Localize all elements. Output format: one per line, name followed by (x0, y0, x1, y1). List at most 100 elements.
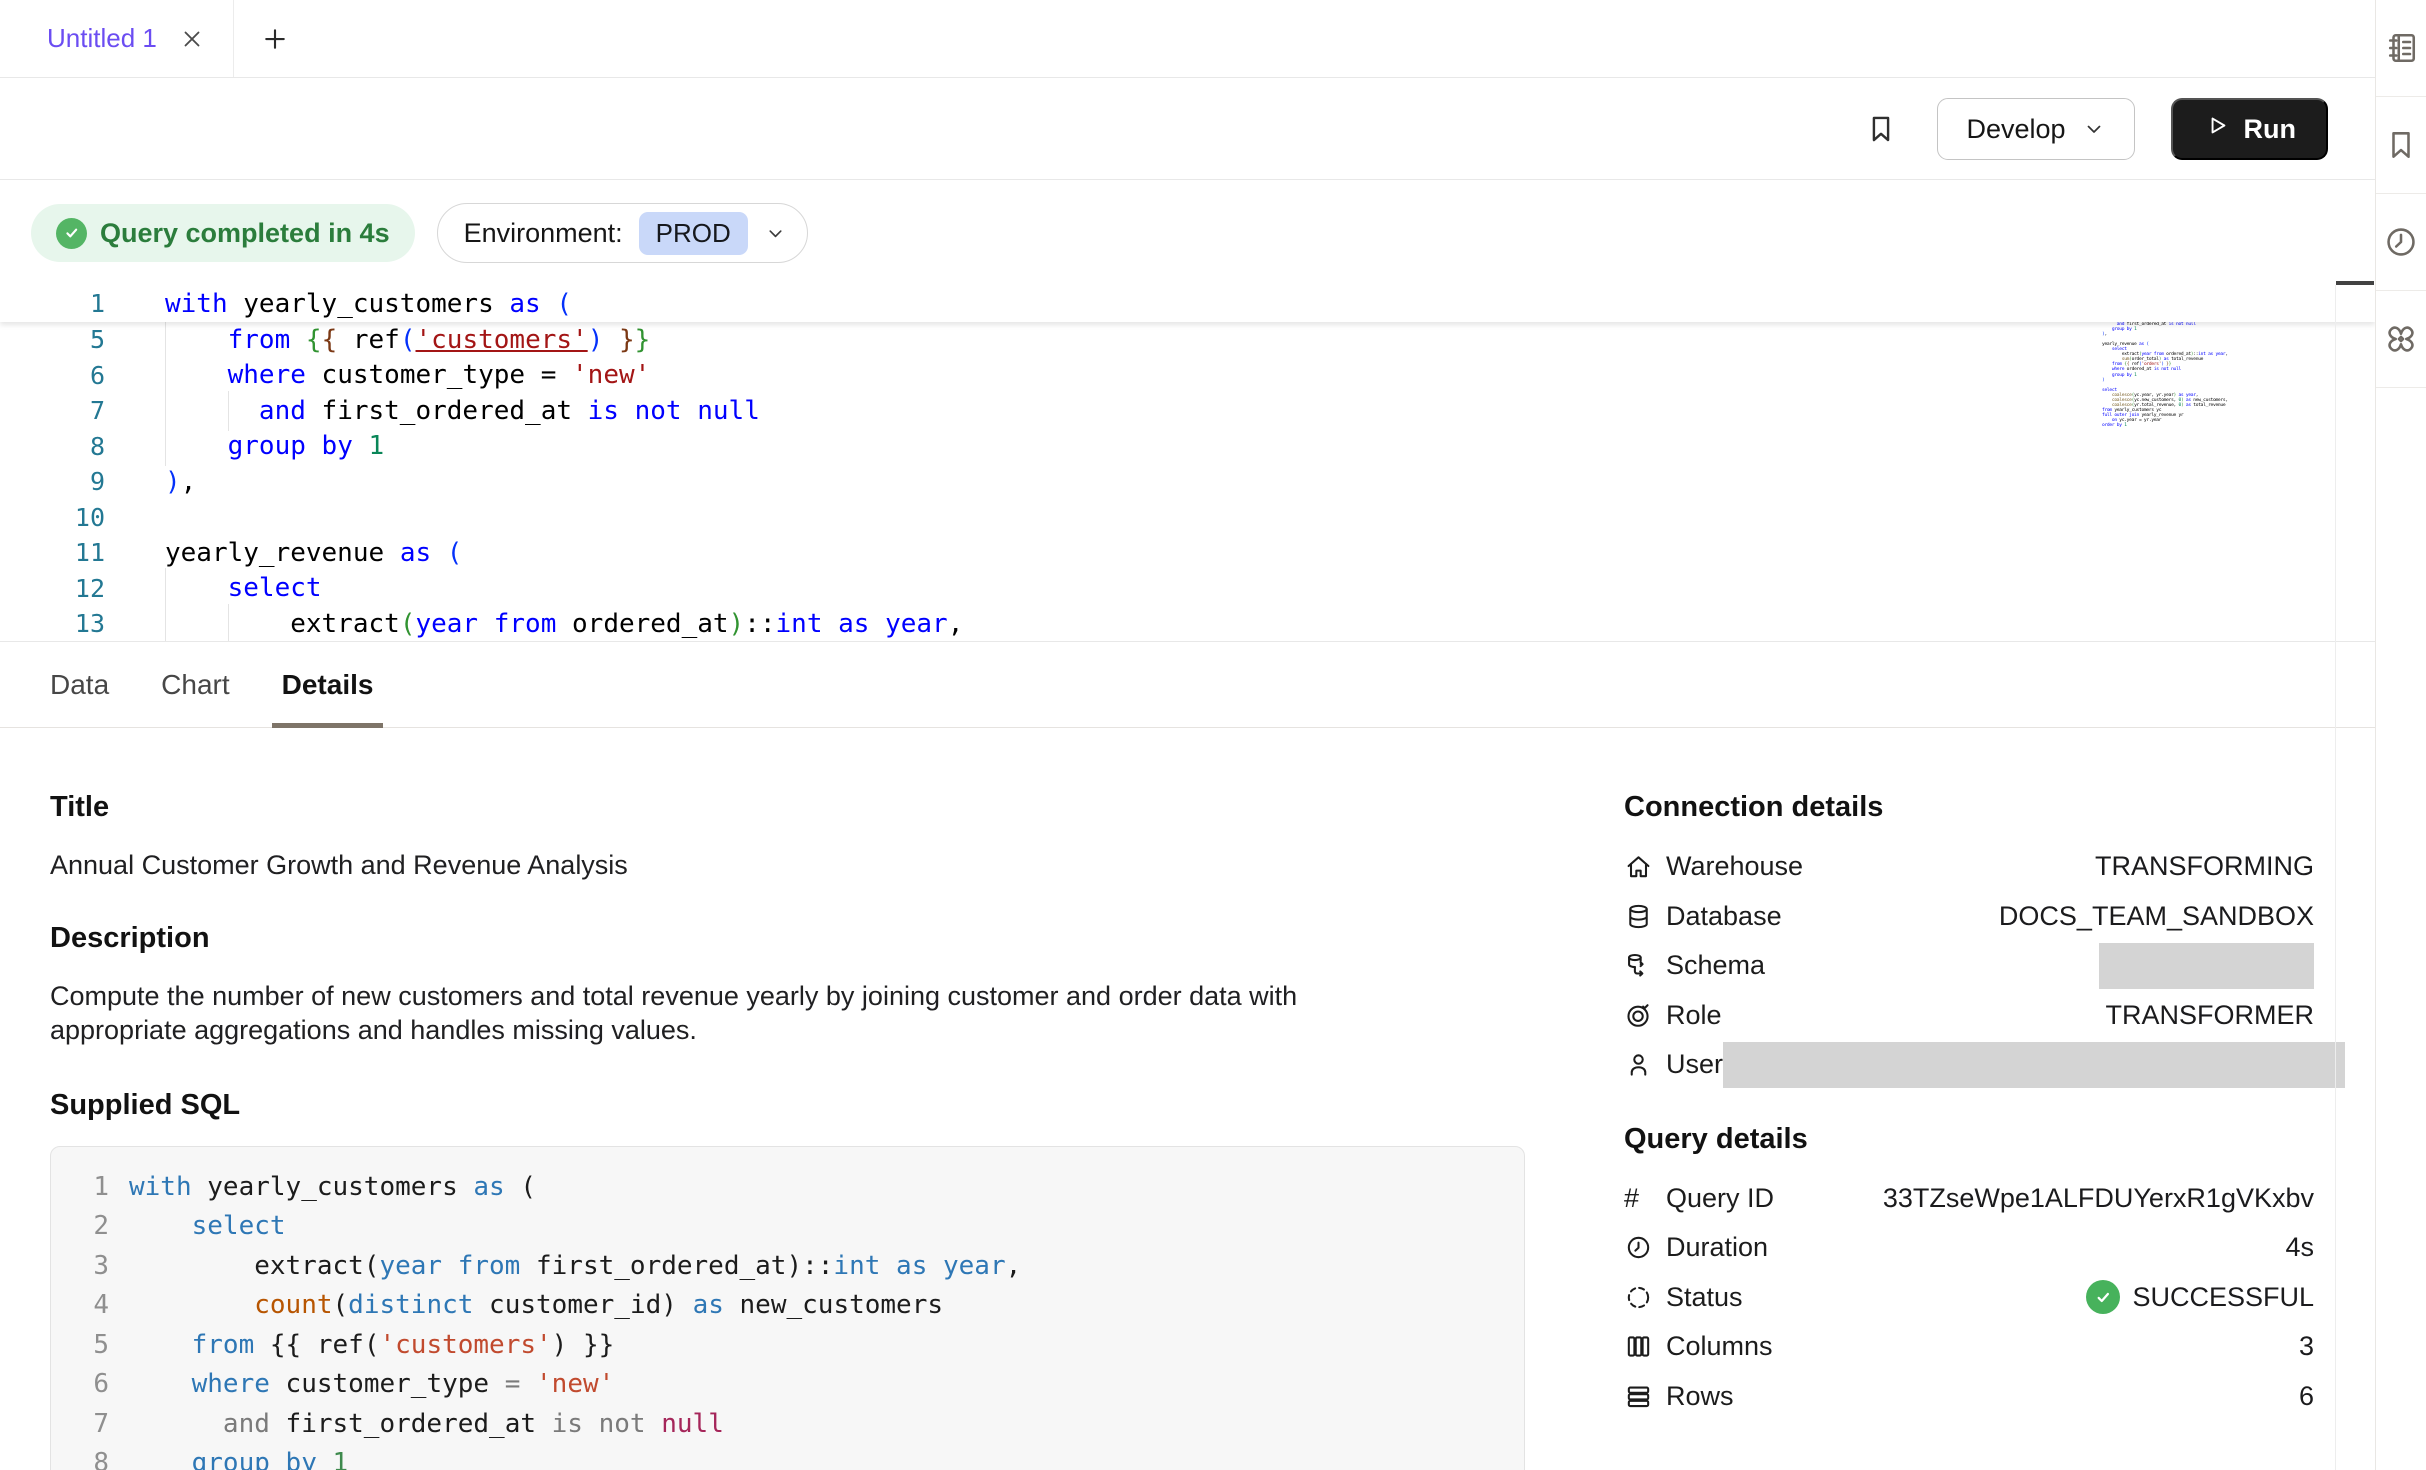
line-number: 5 (51, 1330, 109, 1360)
title-value: Annual Customer Growth and Revenue Analy… (50, 848, 1525, 882)
code-text: select (165, 573, 2375, 603)
notebook-icon (2383, 30, 2419, 66)
toolbar: Develop Run (0, 79, 2375, 180)
tab-untitled-1[interactable]: Untitled 1 (0, 0, 234, 77)
details-panel: Title Annual Customer Growth and Revenue… (0, 729, 2375, 1470)
status-row: Query completed in 4s Environment: PROD (0, 181, 2375, 285)
detail-label: Rows (1666, 1381, 1734, 1412)
redacted-value (2099, 943, 2314, 989)
develop-dropdown[interactable]: Develop (1937, 98, 2134, 160)
line-number: 3 (51, 1251, 109, 1281)
code-text: and first_ordered_at is not null (165, 396, 2375, 426)
history-icon (2383, 224, 2419, 260)
detail-label: Warehouse (1666, 851, 1803, 882)
chevron-down-icon (2082, 117, 2106, 141)
detail-label: Columns (1666, 1331, 1773, 1362)
sidebar-item-bookmark[interactable] (2376, 97, 2426, 194)
sql-line: 4 count(distinct customer_id) as new_cus… (51, 1286, 1500, 1326)
detail-row-duration: Duration4s (1624, 1223, 2314, 1273)
sidebar-item-notebook[interactable] (2376, 0, 2426, 97)
detail-label: Status (1666, 1282, 1743, 1313)
code-text: ), (165, 467, 2375, 497)
line-number: 1 (51, 1172, 109, 1202)
detail-value (1723, 1042, 2345, 1088)
sql-line: 7 and first_ordered_at is not null (51, 1404, 1500, 1444)
detail-row-database: DatabaseDOCS_TEAM_SANDBOX (1624, 892, 2314, 942)
hash-icon: # (1624, 1184, 1653, 1213)
detail-label: Database (1666, 901, 1782, 932)
sql-line: 5 from {{ ref('customers') }} (51, 1325, 1500, 1365)
detail-row-columns: Columns3 (1624, 1322, 2314, 1372)
line-number: 4 (51, 1290, 109, 1320)
tab-data[interactable]: Data (50, 643, 109, 727)
line-number: 5 (0, 325, 105, 354)
run-label: Run (2244, 114, 2296, 145)
spinner-icon (1624, 1283, 1653, 1312)
editor-lines: 5 from {{ ref('customers') }}6 where cus… (0, 322, 2375, 642)
run-button[interactable]: Run (2171, 98, 2328, 160)
supplied-sql-heading: Supplied SQL (50, 1089, 1525, 1122)
sidebar-item-paradime-logo[interactable] (2376, 291, 2426, 388)
code-text: extract(year from ordered_at)::int as ye… (165, 609, 2375, 639)
sidebar-item-history[interactable] (2376, 194, 2426, 291)
indent-guide (228, 391, 229, 431)
code-text: group by 1 (165, 431, 2375, 461)
warehouse-icon (1624, 852, 1653, 881)
line-number: 11 (0, 538, 105, 567)
line-number: 8 (51, 1448, 109, 1470)
line-number: 7 (0, 396, 105, 425)
right-sidebar (2375, 0, 2426, 1470)
indent-guide (228, 604, 229, 642)
code-text: with yearly_customers as ( (165, 289, 2375, 319)
environment-dropdown[interactable]: Environment: PROD (437, 203, 808, 263)
status-text: SUCCESSFUL (2132, 1282, 2314, 1313)
develop-label: Develop (1966, 114, 2065, 145)
detail-label: Role (1666, 1000, 1722, 1031)
editor-line: 12 select (0, 571, 2375, 607)
bookmark-button[interactable] (1861, 109, 1901, 149)
editor-line: 13 extract(year from ordered_at)::int as… (0, 606, 2375, 642)
detail-row-role: RoleTRANSFORMER (1624, 991, 2314, 1041)
code-text: from {{ ref('customers') }} (129, 1330, 614, 1360)
description-value: Compute the number of new customers and … (50, 979, 1420, 1047)
tab-chart[interactable]: Chart (161, 643, 229, 727)
query-details-heading: Query details (1624, 1123, 2314, 1156)
detail-label: Schema (1666, 950, 1765, 981)
detail-label: User (1666, 1049, 1723, 1080)
detail-value: TRANSFORMER (1722, 1000, 2314, 1031)
indent-guide (165, 568, 166, 608)
code-text: where customer_type = 'new' (129, 1369, 614, 1399)
code-text: select (129, 1211, 286, 1241)
environment-label: Environment: (464, 218, 623, 249)
content-right-divider (2335, 285, 2336, 1470)
close-icon[interactable] (179, 26, 205, 52)
sql-line: 2 select (51, 1207, 1500, 1247)
line-number: 6 (51, 1369, 109, 1399)
query-status-badge: Query completed in 4s (31, 204, 415, 262)
line-number: 7 (51, 1409, 109, 1439)
sql-editor[interactable]: 1with yearly_customers as ( 5 from {{ re… (0, 285, 2375, 642)
detail-value: 4s (1768, 1232, 2314, 1263)
detail-row-rows: Rows6 (1624, 1372, 2314, 1422)
editor-line: 8 group by 1 (0, 429, 2375, 465)
sql-line: 1with yearly_customers as ( (51, 1167, 1500, 1207)
code-text: and first_ordered_at is not null (129, 1409, 724, 1439)
result-tabs: Data Chart Details (0, 643, 2375, 728)
role-icon (1624, 1001, 1653, 1030)
detail-value: 3 (1773, 1331, 2314, 1362)
detail-value: 6 (1734, 1381, 2314, 1412)
sql-line: 6 where customer_type = 'new' (51, 1365, 1500, 1405)
new-tab-button[interactable] (234, 0, 316, 77)
play-icon (2203, 112, 2230, 146)
indent-guide (165, 391, 166, 431)
detail-value: 33TZseWpe1ALFDUYerxR1gVKxbv (1774, 1183, 2314, 1214)
sql-line: 8 group by 1 (51, 1444, 1500, 1470)
code-text: group by 1 (129, 1448, 348, 1470)
tab-details[interactable]: Details (282, 643, 374, 727)
tab-label: Untitled 1 (47, 23, 157, 54)
environment-value-chip: PROD (639, 212, 748, 255)
code-text: extract(year from first_ordered_at)::int… (129, 1251, 1021, 1281)
paradime-logo-icon (2383, 321, 2419, 357)
detail-row-warehouse: WarehouseTRANSFORMING (1624, 842, 2314, 892)
line-number: 10 (0, 503, 105, 532)
